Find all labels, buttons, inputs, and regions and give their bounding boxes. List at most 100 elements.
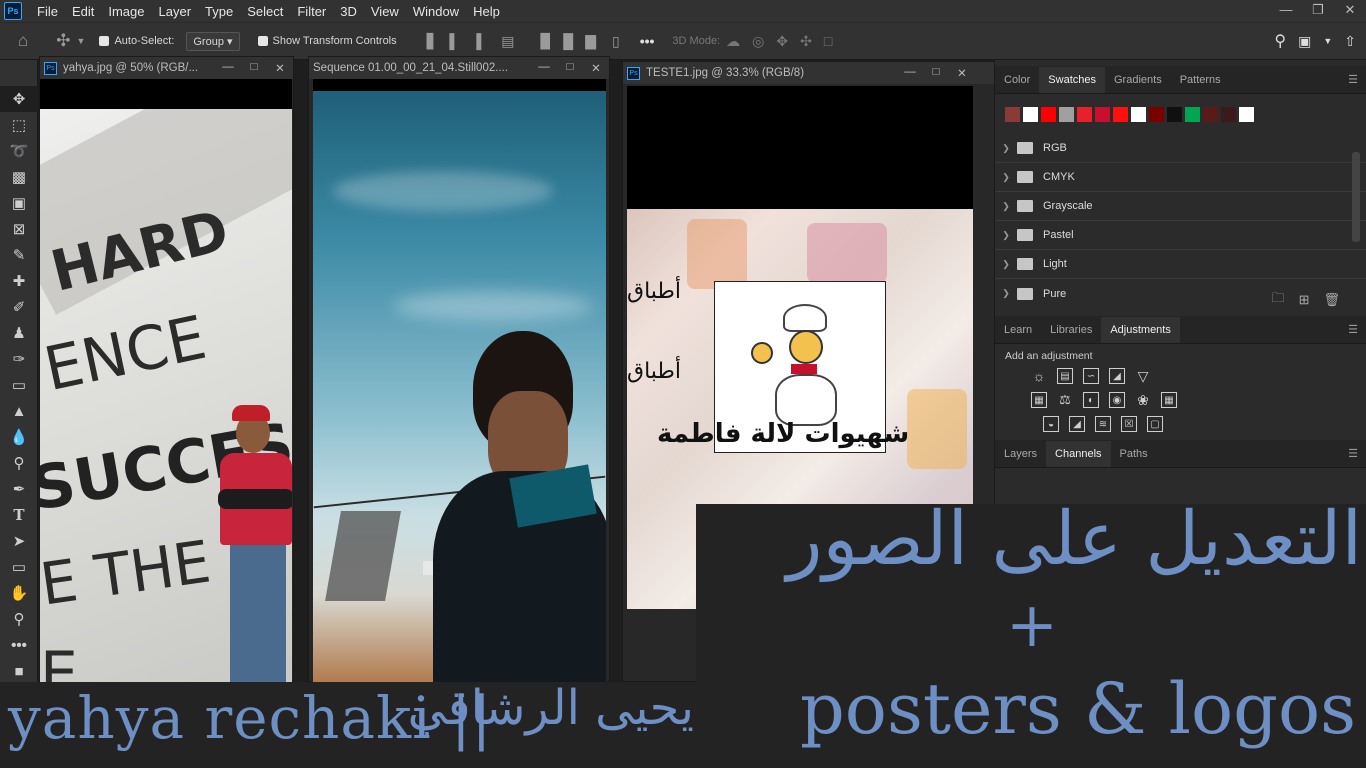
trash-icon[interactable]: 🗑 [1323, 292, 1340, 308]
brush-tool-icon[interactable]: ✐ [0, 294, 38, 320]
canvas-yahya[interactable]: HARD ENCE SUCCESS E THE E [40, 109, 292, 683]
channel-mixer-icon[interactable]: ❀ [1135, 392, 1151, 408]
search-icon[interactable]: ⚲ [1274, 31, 1286, 51]
align-right-icon[interactable]: ▐ [471, 33, 481, 49]
close-icon[interactable]: ✕ [949, 66, 975, 80]
color-lookup-icon[interactable]: ▦ [1161, 392, 1177, 408]
eraser-tool-icon[interactable]: ▭ [0, 372, 38, 398]
minimize-icon[interactable]: — [897, 66, 923, 80]
panel-menu-icon[interactable]: ☰ [1348, 67, 1358, 93]
align-bottom-icon[interactable]: ▇ [585, 33, 596, 50]
home-icon[interactable]: ⌂ [18, 31, 28, 51]
curves-icon[interactable]: ∽ [1083, 368, 1099, 384]
document-tab[interactable]: Ps yahya.jpg @ 50% (RGB/... — □ ✕ [40, 57, 293, 79]
tab-learn[interactable]: Learn [995, 317, 1041, 343]
menu-window[interactable]: Window [406, 4, 466, 19]
color-swatches-icon[interactable]: ■ [0, 658, 38, 684]
tab-paths[interactable]: Paths [1111, 441, 1157, 467]
new-group-icon[interactable]: 🗀 [1272, 289, 1285, 311]
restore-icon[interactable]: ❐ [1302, 0, 1334, 22]
panel-menu-icon[interactable]: ☰ [1348, 317, 1358, 343]
3d-camera-icon[interactable]: □ [824, 33, 832, 49]
swatch-12[interactable] [1221, 107, 1236, 122]
tab-swatches[interactable]: Swatches [1039, 67, 1105, 93]
hue-saturation-icon[interactable]: ▦ [1031, 392, 1047, 408]
zoom-tool-icon[interactable]: ⚲ [0, 606, 38, 632]
photo-filter-icon[interactable]: ◉ [1109, 392, 1125, 408]
align-middle-icon[interactable]: █ [563, 33, 573, 49]
align-top-icon[interactable]: ▉ [541, 33, 552, 50]
clone-stamp-tool-icon[interactable]: ♟ [0, 320, 38, 346]
swatch-9[interactable] [1167, 107, 1182, 122]
tab-adjustments[interactable]: Adjustments [1101, 317, 1180, 343]
new-swatch-icon[interactable]: ⊞ [1299, 292, 1310, 308]
auto-select-checkbox[interactable] [99, 35, 114, 48]
3d-pan-icon[interactable]: ✥ [776, 33, 788, 50]
posterize-icon[interactable]: ◢ [1069, 416, 1085, 432]
swatch-11[interactable] [1203, 107, 1218, 122]
more-options-icon[interactable]: ••• [640, 33, 655, 49]
3d-roll-icon[interactable]: ◎ [752, 33, 764, 50]
align-center-icon[interactable]: ▌ [449, 33, 459, 49]
swatch-group-light[interactable]: ❯ Light [995, 250, 1366, 279]
paint-bucket-tool-icon[interactable]: ▲ [0, 398, 38, 424]
document-tab[interactable]: Sequence 01.00_00_21_04.Still002.... — □ ✕ [309, 57, 609, 79]
distribute-vertical-icon[interactable]: ▯ [612, 33, 620, 50]
document-tab[interactable]: Ps TESTE1.jpg @ 33.3% (RGB/8) — □ ✕ [623, 62, 995, 84]
tab-channels[interactable]: Channels [1046, 441, 1111, 467]
swatch-6[interactable] [1113, 107, 1128, 122]
distribute-icon[interactable]: ▤ [501, 33, 514, 50]
swatch-2[interactable] [1041, 107, 1056, 122]
swatch-4[interactable] [1077, 107, 1092, 122]
menu-select[interactable]: Select [240, 4, 290, 19]
menu-filter[interactable]: Filter [290, 4, 333, 19]
auto-select-dropdown[interactable]: Group ▾ [186, 31, 240, 51]
close-icon[interactable]: ✕ [583, 61, 609, 75]
maximize-icon[interactable]: □ [923, 66, 949, 80]
menu-image[interactable]: Image [101, 4, 151, 19]
crop-tool-icon[interactable]: ▣ [0, 190, 38, 216]
menu-file[interactable]: File [30, 4, 65, 19]
lasso-tool-icon[interactable]: ➰ [0, 138, 38, 164]
marquee-tool-icon[interactable]: ⬚ [0, 112, 38, 138]
swatch-group-pastel[interactable]: ❯ Pastel [995, 221, 1366, 250]
tab-libraries[interactable]: Libraries [1041, 317, 1101, 343]
menu-help[interactable]: Help [466, 4, 507, 19]
blur-tool-icon[interactable]: 💧 [0, 424, 38, 450]
tab-gradients[interactable]: Gradients [1105, 67, 1171, 93]
menu-edit[interactable]: Edit [65, 4, 101, 19]
swatch-group-rgb[interactable]: ❯ RGB [995, 134, 1366, 163]
brightness-icon[interactable]: ☼ [1031, 368, 1047, 384]
pen-tool-icon[interactable]: ✒ [0, 476, 38, 502]
swatch-group-cmyk[interactable]: ❯ CMYK [995, 163, 1366, 192]
move-tool-icon[interactable]: ✥ [0, 86, 38, 112]
selective-color-icon[interactable]: ☒ [1121, 416, 1137, 432]
swatch-10[interactable] [1185, 107, 1200, 122]
color-balance-icon[interactable]: ⚖ [1057, 392, 1073, 408]
panel-menu-icon[interactable]: ☰ [1348, 441, 1358, 467]
swatch-3[interactable] [1059, 107, 1074, 122]
healing-brush-tool-icon[interactable]: ✚ [0, 268, 38, 294]
swatch-7[interactable] [1131, 107, 1146, 122]
canvas-sequence[interactable] [313, 91, 606, 683]
workspace-icon[interactable]: ▣ [1298, 33, 1311, 50]
swatch-5[interactable] [1095, 107, 1110, 122]
transform-checkbox[interactable] [257, 35, 273, 48]
share-icon[interactable]: ⇧ [1344, 33, 1356, 50]
eyedropper-tool-icon[interactable]: ✎ [0, 242, 38, 268]
tab-patterns[interactable]: Patterns [1171, 67, 1230, 93]
tab-color[interactable]: Color [995, 67, 1039, 93]
gradient-map-icon[interactable]: ▢ [1147, 416, 1163, 432]
rectangle-tool-icon[interactable]: ▭ [0, 554, 38, 580]
chevron-down-icon[interactable]: ▼ [77, 36, 86, 46]
threshold-icon[interactable]: ≋ [1095, 416, 1111, 432]
3d-slide-icon[interactable]: ✣ [800, 33, 812, 50]
vibrance-icon[interactable]: ▽ [1135, 368, 1151, 384]
close-icon[interactable]: ✕ [1334, 0, 1366, 22]
maximize-icon[interactable]: □ [557, 61, 583, 75]
levels-icon[interactable]: ▤ [1057, 368, 1073, 384]
object-select-tool-icon[interactable]: ▩ [0, 164, 38, 190]
swatch-1[interactable] [1023, 107, 1038, 122]
move-tool-icon[interactable]: ✣ [56, 31, 70, 51]
type-tool-icon[interactable]: T [0, 502, 38, 528]
